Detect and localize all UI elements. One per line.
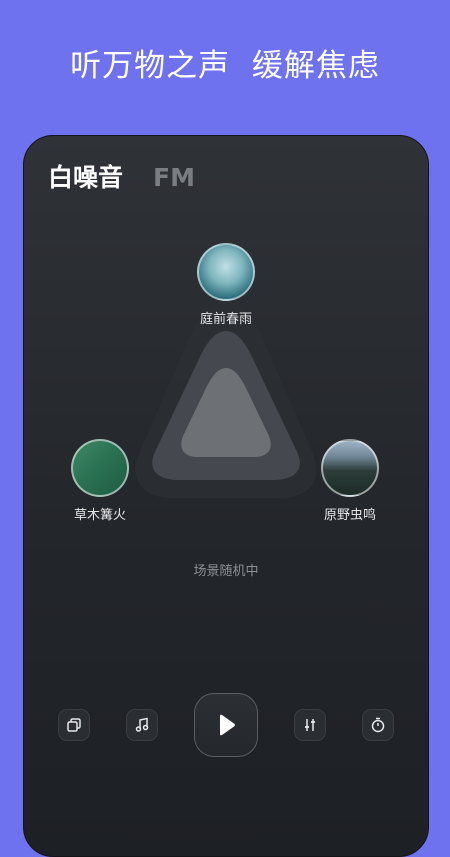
scene-status: 场景随机中: [193, 564, 259, 579]
music-button[interactable]: [126, 709, 158, 741]
rain-scene-thumbnail: [197, 243, 255, 301]
scene-spring-rain[interactable]: 庭前春雨: [166, 243, 286, 327]
timer-icon: [371, 717, 385, 733]
timer-button[interactable]: [362, 709, 394, 741]
scene-label: 庭前春雨: [199, 312, 252, 327]
equalizer-icon: [305, 719, 315, 731]
scene-label: 原野虫鸣: [323, 508, 376, 523]
scene-campfire[interactable]: 草木篝火: [40, 439, 160, 523]
leaf-scene-thumbnail: [71, 439, 129, 497]
headline: 听万物之声 缓解焦虑: [70, 48, 380, 84]
forest-scene-thumbnail: [321, 439, 379, 497]
scene-label: 草木篝火: [73, 508, 126, 523]
play-icon: [220, 714, 235, 736]
layers-button[interactable]: [58, 709, 90, 741]
play-button[interactable]: [194, 693, 258, 757]
layers-icon: [67, 718, 81, 732]
scene-field-insects[interactable]: 原野虫鸣: [290, 439, 410, 523]
player-panel: 白噪音 FM 庭前春雨 草木篝火 原野虫鸣 场景随机中: [23, 135, 429, 857]
equalizer-button[interactable]: [294, 709, 326, 741]
music-note-icon: [135, 717, 149, 732]
